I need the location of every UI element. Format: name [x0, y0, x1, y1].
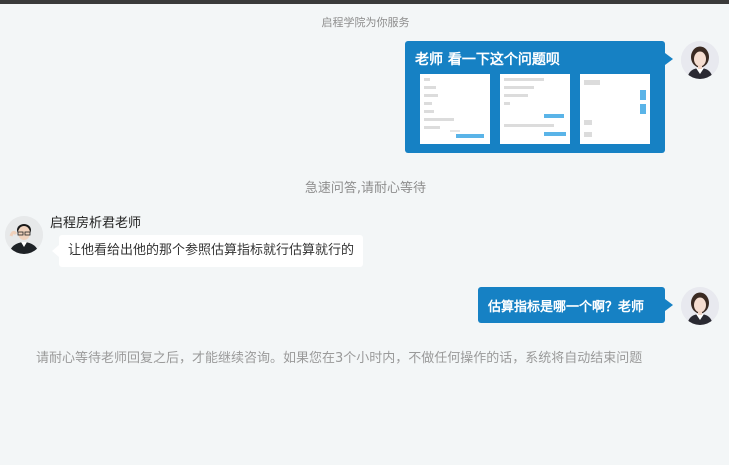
wait-notice: 急速问答,请耐心等待 [304, 181, 427, 196]
service-notice: 启程学院为你服务 [321, 16, 410, 29]
student-avatar-icon[interactable] [681, 287, 719, 325]
teacher-answer-bubble: 让他看给出他的那个参照估算指标就行估算就行的 [51, 235, 364, 267]
student-question-bubble: 老师 看一下这个问题呗 [405, 41, 673, 153]
screenshot-thumbnail-1[interactable] [420, 74, 490, 144]
screenshot-thumbnail-3[interactable] [580, 74, 650, 144]
student-avatar-icon[interactable] [681, 41, 719, 79]
top-bar [0, 0, 731, 4]
screenshot-thumbnail-2[interactable] [500, 74, 570, 144]
teacher-name: 启程房析君老师 [50, 216, 142, 231]
auto-close-notice: 请耐心等待老师回复之后，才能继续咨询。如果您在3个小时内，不做任何操作的话，系统… [36, 351, 643, 366]
student-followup-text: 估算指标是哪一个啊？老师 [488, 300, 645, 315]
student-question-text: 老师 看一下这个问题呗 [415, 52, 560, 68]
student-followup-bubble: 估算指标是哪一个啊？老师 [478, 287, 673, 323]
teacher-avatar-icon[interactable] [5, 216, 43, 254]
